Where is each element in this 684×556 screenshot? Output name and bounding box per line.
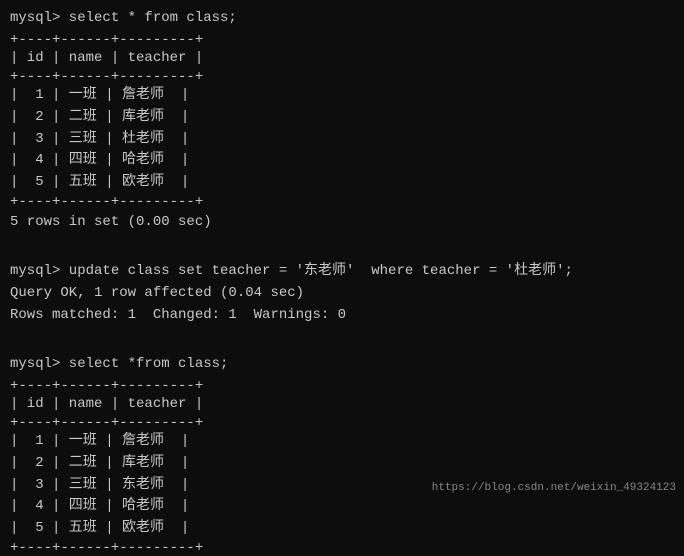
rows-info1: 5 rows in set (0.00 sec) (10, 212, 674, 234)
table2-header: | id | name | teacher | (10, 394, 674, 416)
terminal: mysql> select * from class; +----+------… (10, 8, 674, 492)
table2-header-border: +----+------+---------+ (10, 415, 674, 431)
table2-row1: | 1 | 一班 | 詹老师 | (10, 431, 674, 453)
query1-line: mysql> select * from class; (10, 8, 674, 30)
table1-row4: | 4 | 四班 | 哈老师 | (10, 150, 674, 172)
table1-top-border: +----+------+---------+ (10, 32, 674, 48)
blank-line2 (10, 332, 674, 354)
table1-row5: | 5 | 五班 | 欧老师 | (10, 172, 674, 194)
query-ok-line: Query OK, 1 row affected (0.04 sec) (10, 283, 674, 305)
query2-line: mysql> update class set teacher = '东老师' … (10, 261, 674, 283)
table1-row2: | 2 | 二班 | 库老师 | (10, 107, 674, 129)
table1-row3: | 3 | 三班 | 杜老师 | (10, 129, 674, 151)
table1-header: | id | name | teacher | (10, 48, 674, 70)
table2-top-border: +----+------+---------+ (10, 378, 674, 394)
table2-row5: | 5 | 五班 | 欧老师 | (10, 518, 674, 540)
table2: +----+------+---------+ | id | name | te… (10, 378, 674, 556)
table1: +----+------+---------+ | id | name | te… (10, 32, 674, 210)
rows-matched-line: Rows matched: 1 Changed: 1 Warnings: 0 (10, 305, 674, 327)
table1-bottom-border: +----+------+---------+ (10, 194, 674, 210)
table2-bottom-border: +----+------+---------+ (10, 540, 674, 556)
table2-row2: | 2 | 二班 | 库老师 | (10, 453, 674, 475)
watermark: https://blog.csdn.net/weixin_49324123 (432, 482, 676, 494)
table1-row1: | 1 | 一班 | 詹老师 | (10, 85, 674, 107)
table1-header-border: +----+------+---------+ (10, 69, 674, 85)
blank-line1 (10, 240, 674, 262)
query3-line: mysql> select *from class; (10, 354, 674, 376)
